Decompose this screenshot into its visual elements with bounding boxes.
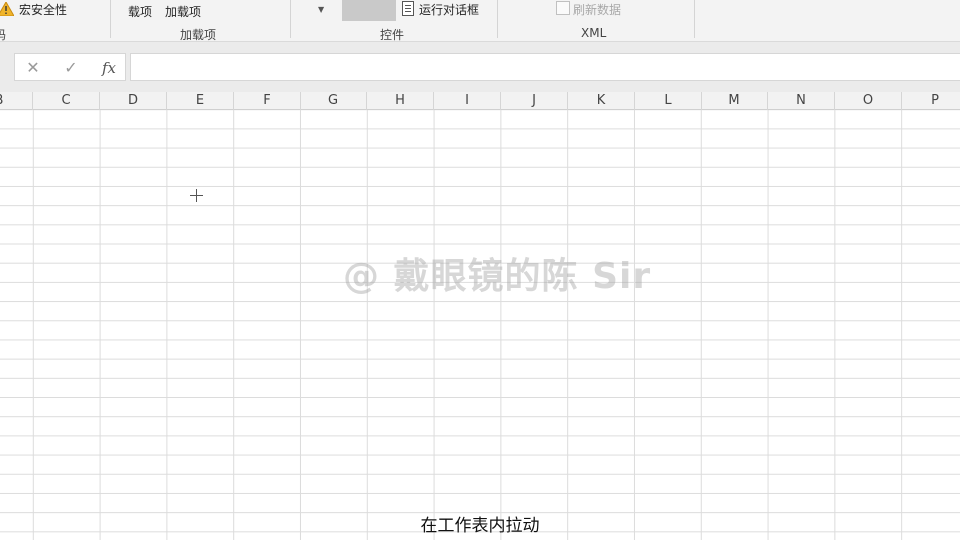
column-header[interactable]: B [0,92,33,110]
formula-input[interactable] [130,53,960,81]
ribbon: 宏安全性 码 载项 加载项 加载项 ▼ 运行对话框 控件 刷新数据 XML [0,0,960,42]
xml-group-label: XML [581,26,607,40]
column-header[interactable]: F [234,92,301,110]
dialog-icon [402,1,414,16]
addins-group-label: 加载项 [180,28,217,42]
column-header[interactable]: H [367,92,434,110]
warning-icon [0,2,14,16]
run-dialog-button[interactable]: 运行对话框 [419,1,479,18]
column-header[interactable]: O [835,92,902,110]
cancel-icon[interactable]: ✕ [21,57,45,79]
code-group-label: 码 [0,28,7,42]
ribbon-divider [694,0,695,38]
column-header-row: B C D E F G H I J K L M N O P [0,92,960,110]
column-header[interactable]: C [33,92,100,110]
enter-icon[interactable]: ✓ [59,57,83,79]
insert-control-button[interactable] [342,0,396,21]
column-header[interactable]: K [568,92,635,110]
ribbon-divider [497,0,498,38]
column-header[interactable]: G [300,92,367,110]
column-header[interactable]: N [768,92,835,110]
column-header[interactable]: M [701,92,768,110]
fx-icon[interactable]: fx [97,57,121,79]
ribbon-divider [290,0,291,38]
formula-buttons: ✕ ✓ fx [14,53,126,81]
dropdown-arrow-icon[interactable]: ▼ [318,5,324,14]
watermark: @ 戴眼镜的陈 Sir [343,256,652,297]
formula-bar-area: ✕ ✓ fx [0,42,960,92]
worksheet-grid[interactable] [0,110,960,540]
refresh-icon [556,1,570,15]
column-header[interactable]: E [167,92,234,110]
macro-security-button[interactable]: 宏安全性 [19,1,67,18]
crosshair-cursor-icon [190,189,204,203]
column-header[interactable]: I [434,92,501,110]
excel-addins-button[interactable]: 加载项 [165,3,201,20]
controls-group-label: 控件 [380,28,405,42]
refresh-data-button[interactable]: 刷新数据 [573,1,621,18]
column-header[interactable]: J [501,92,568,110]
addins-button[interactable]: 载项 [128,3,152,20]
column-header[interactable]: L [635,92,702,110]
video-subtitle: 在工作表内拉动 [420,516,540,536]
ribbon-divider [110,0,111,38]
column-header[interactable]: P [902,92,960,110]
column-header[interactable]: D [100,92,167,110]
